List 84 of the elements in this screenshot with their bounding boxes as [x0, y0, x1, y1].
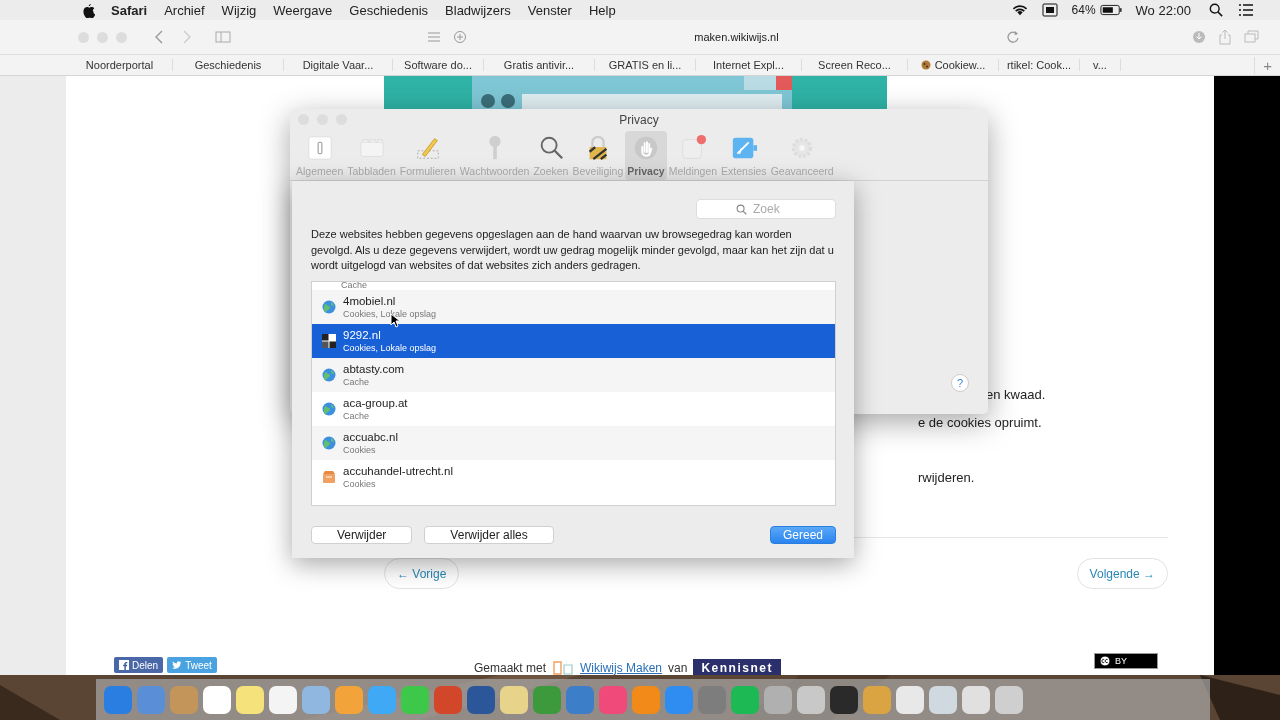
- website-name: abtasty.com: [343, 361, 405, 376]
- wikiwijs-link[interactable]: Wikiwijs Maken: [580, 661, 663, 675]
- battery-icon[interactable]: [1099, 4, 1122, 16]
- switch-icon: [305, 134, 334, 162]
- globe-icon: [322, 299, 336, 314]
- footer-text: van: [668, 661, 688, 675]
- footer-text: Gemaakt met: [474, 661, 547, 675]
- bookmark[interactable]: Software do...: [393, 59, 484, 71]
- bird-icon: [172, 660, 183, 670]
- remove-all-button[interactable]: Verwijder alles: [424, 525, 554, 544]
- globe-icon: [322, 435, 336, 450]
- apple-icon[interactable]: [82, 2, 95, 18]
- app-icon[interactable]: [203, 685, 231, 714]
- globe-icon: [322, 401, 336, 416]
- bookmark[interactable]: v...: [1080, 59, 1121, 71]
- app-icon[interactable]: [929, 685, 957, 714]
- website-row[interactable]: abtasty.com Cache: [312, 357, 835, 392]
- website-data-types: Cookies, Lokale opslag: [343, 341, 437, 354]
- app-icon[interactable]: [467, 685, 495, 714]
- menu-icon[interactable]: [1238, 3, 1254, 17]
- app-icon[interactable]: [995, 685, 1023, 714]
- clock[interactable]: Wo 22:00: [1135, 2, 1191, 18]
- remove-button[interactable]: Verwijder: [311, 525, 413, 544]
- bookmark[interactable]: rtikel: Cook...: [999, 59, 1080, 71]
- address-field[interactable]: maken.wikiwijs.nl: [473, 31, 1000, 43]
- globe-icon: [322, 367, 336, 382]
- license-badge[interactable]: BY: [1094, 653, 1158, 669]
- window-title: Privacy: [619, 113, 659, 127]
- bookmark[interactable]: Geschiedenis: [173, 59, 284, 71]
- app-icon[interactable]: [236, 685, 264, 714]
- menu-item[interactable]: Weergave: [273, 2, 333, 18]
- menu-item[interactable]: Venster: [527, 2, 572, 18]
- description-text: Deze websites hebben gegevens opgeslagen aan de hand waarvan uw browsegedrag kan worden gevolgd. Als u deze gegevens verwijdert, wordt uw gedrag mogelijk minder gevolgd, maar kan het zijn dat u wordt uitgelogd van websites of dat websites zich anders gedragen.: [311, 227, 835, 273]
- website-data-types: Cookies: [343, 443, 377, 456]
- preference-tab[interactable]: Privacy: [625, 131, 667, 180]
- box-icon: [322, 469, 336, 484]
- bookmark[interactable]: Gratis antivir...: [484, 59, 595, 71]
- number-grid-icon: [322, 333, 336, 348]
- website-name: 9292.nl: [343, 327, 382, 342]
- previous-button[interactable]: ← Vorige: [384, 558, 460, 589]
- share-button[interactable]: Delen: [114, 657, 164, 673]
- wifi-icon[interactable]: [1011, 3, 1028, 17]
- website-row[interactable]: accuabc.nl Cookies: [312, 425, 835, 460]
- app-icon[interactable]: [500, 685, 528, 714]
- menu-item[interactable]: Geschiedenis: [349, 2, 429, 18]
- app-icon[interactable]: [797, 685, 825, 714]
- website-name: accuhandel-utrecht.nl: [343, 463, 453, 478]
- website-name: accuabc.nl: [343, 429, 398, 444]
- battery-percentage: 64%: [1071, 3, 1096, 17]
- website-data-types: Cache: [343, 375, 370, 388]
- cookie-icon: [920, 60, 931, 70]
- website-data-types: Cookies: [343, 477, 377, 490]
- app-icon[interactable]: [962, 685, 990, 714]
- bookmark[interactable]: Internet Expl...: [696, 59, 802, 71]
- search-icon: [736, 204, 747, 215]
- display-icon[interactable]: [1041, 3, 1058, 17]
- app-icon[interactable]: [896, 685, 924, 714]
- body-text: rwijderen.: [918, 470, 975, 485]
- facebook-icon: [119, 660, 129, 670]
- bookmark[interactable]: Noorderportal: [67, 59, 173, 71]
- website-row[interactable]: 9292.nl Cookies, Lokale opslag: [312, 323, 835, 358]
- next-button[interactable]: Volgende →: [1076, 558, 1168, 589]
- creative-commons-icon: [1099, 655, 1111, 667]
- bookmark[interactable]: Cookiew...: [908, 59, 999, 71]
- website-name: aca-group.at: [343, 395, 408, 410]
- sidebar-icon[interactable]: [213, 28, 233, 46]
- menu-item[interactable]: Archief: [164, 2, 205, 18]
- bookmark[interactable]: GRATIS en li...: [595, 59, 696, 71]
- app-icon[interactable]: [269, 685, 297, 714]
- app-icon[interactable]: [830, 685, 858, 714]
- help-button[interactable]: ?: [951, 374, 969, 392]
- website-data-types: Cache: [343, 409, 370, 422]
- tabs-icon[interactable]: [1241, 28, 1261, 46]
- search-icon[interactable]: [1208, 3, 1224, 17]
- body-text: e de cookies opruimt.: [918, 415, 1042, 430]
- bookmark[interactable]: Screen Reco...: [802, 59, 908, 71]
- bookmark[interactable]: Digitale Vaar...: [284, 59, 393, 71]
- app-menu[interactable]: Safari: [111, 2, 148, 18]
- website-name: 4mobiel.nl: [343, 293, 397, 308]
- menu-item[interactable]: Wijzig: [221, 2, 257, 18]
- website-data-types: Cache: [341, 281, 367, 290]
- search-field[interactable]: Zoek: [696, 199, 836, 219]
- menu-item[interactable]: Bladwijzers: [445, 2, 511, 18]
- menu-item[interactable]: Help: [588, 2, 616, 18]
